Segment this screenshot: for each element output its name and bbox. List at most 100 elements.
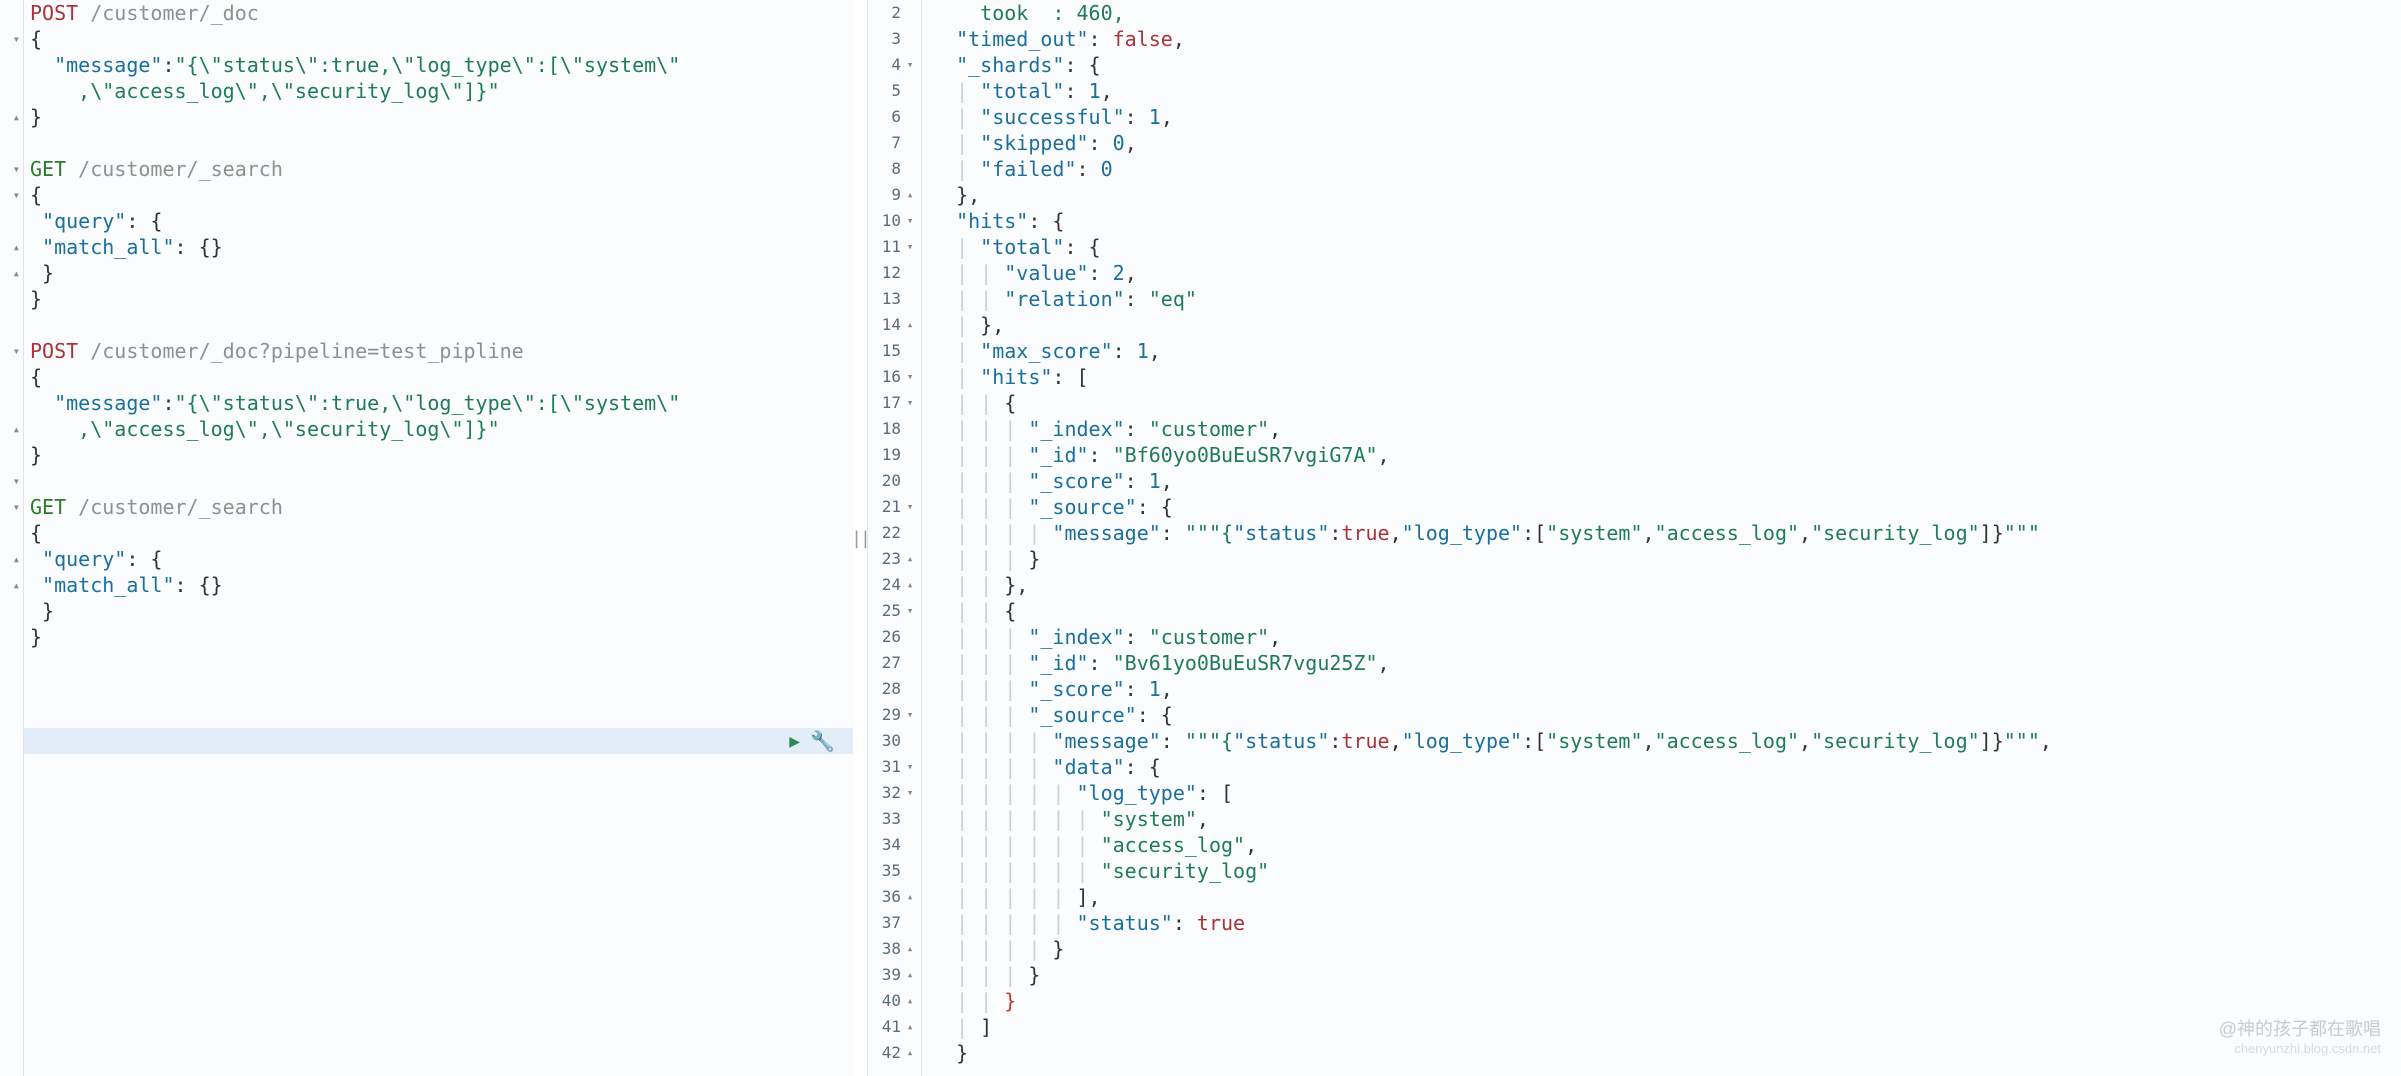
code-line[interactable] [24, 312, 853, 338]
code-line[interactable]: } [24, 260, 853, 286]
request-editor-pane[interactable]: ▾▴▾▾▴▴▾▴▾▾▴▴ POST /customer/_doc{ "messa… [0, 0, 853, 1076]
fold-marker[interactable]: ▾ [0, 338, 23, 364]
line-number: 26 [868, 624, 921, 650]
request-editor[interactable]: POST /customer/_doc{ "message":"{\"statu… [24, 0, 853, 1076]
fold-toggle-icon[interactable]: ▾ [905, 702, 915, 728]
response-json-viewer[interactable]: took : 460, "timed_out": false, "_shards… [922, 0, 2401, 1076]
fold-marker[interactable] [0, 702, 23, 728]
code-line[interactable]: } [24, 286, 853, 312]
fold-marker[interactable] [0, 676, 23, 702]
line-number: 30 [868, 728, 921, 754]
response-line: took : 460, [926, 0, 2401, 26]
fold-marker[interactable] [0, 598, 23, 624]
line-number: 5 [868, 78, 921, 104]
fold-marker[interactable] [0, 52, 23, 78]
fold-marker[interactable]: ▾ [0, 156, 23, 182]
run-request-icon[interactable]: ▶ [789, 731, 800, 752]
response-line: | | "value": 2, [926, 260, 2401, 286]
code-line[interactable]: ,\"access_log\",\"security_log\"]}" [24, 416, 853, 442]
fold-toggle-icon[interactable]: ▴ [905, 312, 915, 338]
fold-marker[interactable] [0, 364, 23, 390]
code-line[interactable]: { [24, 182, 853, 208]
fold-marker[interactable] [0, 728, 23, 754]
fold-marker[interactable] [0, 130, 23, 156]
fold-marker[interactable]: ▾ [0, 468, 23, 494]
code-line[interactable]: { [24, 364, 853, 390]
code-line[interactable] [24, 130, 853, 156]
fold-marker[interactable]: ▴ [0, 416, 23, 442]
fold-marker[interactable]: ▾ [0, 182, 23, 208]
fold-toggle-icon[interactable]: ▴ [905, 1014, 915, 1040]
fold-toggle-icon[interactable]: ▴ [905, 884, 915, 910]
fold-toggle-icon[interactable]: ▾ [905, 364, 915, 390]
fold-toggle-icon[interactable]: ▴ [905, 546, 915, 572]
fold-marker[interactable] [0, 312, 23, 338]
code-line[interactable]: "query": { [24, 546, 853, 572]
line-number: 14▴ [868, 312, 921, 338]
code-line[interactable]: ,\"access_log\",\"security_log\"]}" [24, 78, 853, 104]
line-number: 7 [868, 130, 921, 156]
fold-marker[interactable]: ▴ [0, 260, 23, 286]
fold-marker[interactable] [0, 624, 23, 650]
code-line[interactable]: } [24, 104, 853, 130]
response-line: "timed_out": false, [926, 26, 2401, 52]
code-line[interactable]: } [24, 442, 853, 468]
code-line[interactable]: "message":"{\"status\":true,\"log_type\"… [24, 52, 853, 78]
code-line[interactable] [24, 650, 853, 676]
fold-toggle-icon[interactable]: ▾ [905, 754, 915, 780]
watermark-line1: @神的孩子都在歌唱 [2219, 1018, 2381, 1041]
fold-marker[interactable]: ▴ [0, 572, 23, 598]
line-number: 27 [868, 650, 921, 676]
fold-marker[interactable]: ▴ [0, 546, 23, 572]
fold-toggle-icon[interactable]: ▴ [905, 572, 915, 598]
fold-toggle-icon[interactable]: ▴ [905, 1040, 915, 1066]
fold-marker[interactable] [0, 78, 23, 104]
fold-marker[interactable]: ▴ [0, 234, 23, 260]
code-line[interactable]: POST /customer/_doc [24, 0, 853, 26]
code-line[interactable]: GET /customer/_search [24, 156, 853, 182]
fold-marker[interactable] [0, 650, 23, 676]
code-line[interactable]: } [24, 624, 853, 650]
fold-marker[interactable]: ▾ [0, 26, 23, 52]
fold-marker[interactable] [0, 390, 23, 416]
response-line: | }, [926, 312, 2401, 338]
fold-toggle-icon[interactable]: ▾ [905, 598, 915, 624]
fold-toggle-icon[interactable]: ▾ [905, 208, 915, 234]
fold-toggle-icon[interactable]: ▴ [905, 988, 915, 1014]
fold-marker[interactable]: ▴ [0, 104, 23, 130]
fold-marker[interactable] [0, 442, 23, 468]
response-line: | | | | "message": """{"status":true,"lo… [926, 728, 2401, 754]
code-line[interactable]: { [24, 520, 853, 546]
code-line[interactable]: "query": { [24, 208, 853, 234]
fold-marker[interactable] [0, 520, 23, 546]
request-options-icon[interactable]: 🔧 [810, 729, 835, 753]
code-line[interactable]: } [24, 598, 853, 624]
code-line[interactable] [24, 676, 853, 702]
fold-marker[interactable] [0, 208, 23, 234]
fold-marker[interactable] [0, 286, 23, 312]
line-number: 35 [868, 858, 921, 884]
code-line[interactable]: GET /customer/_search [24, 494, 853, 520]
code-line[interactable]: POST /customer/_doc?pipeline=test_piplin… [24, 338, 853, 364]
code-line[interactable]: "match_all": {} [24, 234, 853, 260]
fold-marker[interactable] [0, 0, 23, 26]
code-line[interactable]: "match_all": {} [24, 572, 853, 598]
response-viewer-pane[interactable]: 234▾56789▴10▾11▾121314▴1516▾17▾18192021▾… [867, 0, 2401, 1076]
code-line[interactable]: { [24, 26, 853, 52]
code-line[interactable]: "message":"{\"status\":true,\"log_type\"… [24, 390, 853, 416]
fold-toggle-icon[interactable]: ▴ [905, 182, 915, 208]
fold-marker[interactable]: ▾ [0, 494, 23, 520]
fold-toggle-icon[interactable]: ▾ [905, 390, 915, 416]
fold-toggle-icon[interactable]: ▾ [905, 780, 915, 806]
code-line[interactable] [24, 468, 853, 494]
response-line: | | | "_score": 1, [926, 468, 2401, 494]
fold-toggle-icon[interactable]: ▾ [905, 234, 915, 260]
code-line[interactable] [24, 702, 853, 728]
fold-toggle-icon[interactable]: ▾ [905, 52, 915, 78]
fold-toggle-icon[interactable]: ▴ [905, 962, 915, 988]
pane-resize-handle[interactable]: || [853, 0, 867, 1076]
fold-toggle-icon[interactable]: ▴ [905, 936, 915, 962]
fold-toggle-icon[interactable]: ▾ [905, 494, 915, 520]
watermark-line2: chenyunzhi.blog.csdn.net [2219, 1041, 2381, 1058]
response-line: | | | | | | "access_log", [926, 832, 2401, 858]
